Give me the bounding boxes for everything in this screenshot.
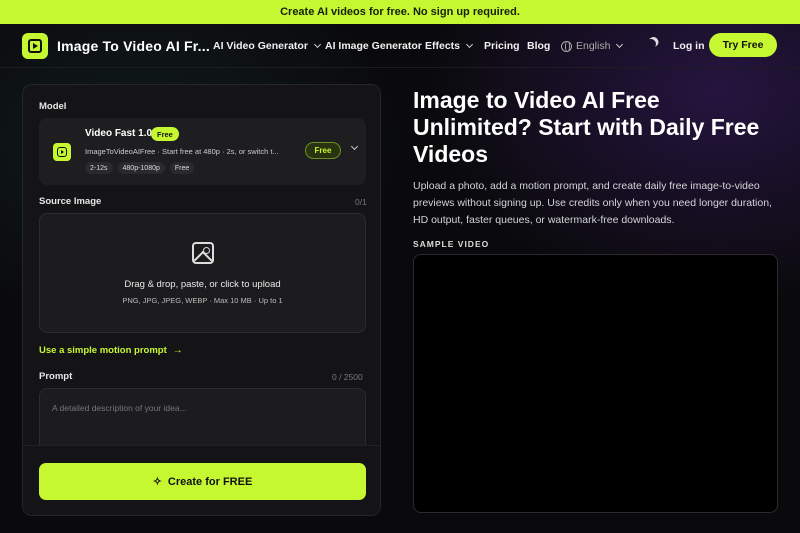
sample-video-label: SAMPLE VIDEO	[413, 239, 490, 249]
nav-label: Pricing	[484, 40, 520, 52]
promo-banner: Create AI videos for free. No sign up re…	[0, 0, 800, 24]
model-name: Video Fast 1.0	[85, 128, 153, 139]
model-label: Model	[39, 101, 67, 112]
model-logo-icon	[53, 143, 71, 161]
model-tag-resolution: 480p-1080p	[117, 162, 165, 174]
upload-title: Drag & drop, paste, or click to upload	[124, 279, 281, 290]
simple-prompt-label: Use a simple motion prompt	[39, 345, 167, 356]
model-tag-duration: 2-12s	[85, 162, 113, 174]
prompt-char-count: 0 / 2500	[332, 372, 363, 382]
source-image-count: 0/1	[355, 197, 367, 207]
nav-pricing[interactable]: Pricing	[484, 40, 520, 52]
model-free-badge: Free	[151, 127, 179, 141]
globe-icon	[561, 40, 572, 52]
nav-ai-video-generator[interactable]: AI Video Generator	[213, 40, 321, 52]
prompt-label: Prompt	[39, 371, 73, 382]
image-icon	[192, 242, 214, 264]
simple-motion-prompt-link[interactable]: Use a simple motion prompt →	[39, 345, 183, 356]
login-link[interactable]: Log in	[673, 40, 705, 52]
chevron-down-icon[interactable]	[350, 142, 359, 151]
sample-video-player[interactable]	[413, 254, 778, 513]
hero-description: Upload a photo, add a motion prompt, and…	[413, 180, 772, 226]
brand-name[interactable]: Image To Video AI Fr...	[57, 38, 210, 54]
nav-label: Effects	[425, 40, 461, 52]
chevron-down-icon	[313, 40, 321, 49]
prompt-placeholder: A detailed description of your idea...	[52, 403, 187, 413]
language-label: English	[576, 40, 611, 52]
login-label: Log in	[673, 40, 705, 52]
create-button[interactable]: ✧ Create for FREE	[39, 463, 366, 500]
top-navigation: Image To Video AI Fr... AI Video Generat…	[0, 24, 800, 68]
model-tag-free: Free	[169, 162, 195, 174]
nav-label: AI Image Generator	[325, 40, 422, 52]
model-description: ImageToVideoAIFree · Start free at 480p …	[85, 147, 279, 156]
nav-label: Blog	[527, 40, 551, 52]
logo-icon[interactable]	[22, 33, 48, 59]
nav-blog[interactable]: Blog	[527, 40, 550, 52]
model-tags: 2-12s 480p-1080p Free	[85, 162, 195, 174]
model-price-button[interactable]: Free	[305, 142, 341, 159]
upload-subtitle: PNG, JPG, JPEG, WEBP · Max 10 MB · Up to…	[122, 296, 283, 305]
nav-ai-image-generator[interactable]: AI Image Generator	[325, 40, 422, 52]
model-selector[interactable]: Video Fast 1.0 Free ImageToVideoAIFree ·…	[39, 118, 366, 185]
nav-label: AI Video Generator	[213, 40, 308, 52]
hero-title: Image to Video AI Free Unlimited? Start …	[413, 87, 760, 167]
arrow-right-icon: →	[172, 345, 183, 356]
source-image-label: Source Image	[39, 196, 102, 207]
chevron-down-icon	[616, 40, 624, 49]
image-upload-dropzone[interactable]: Drag & drop, paste, or click to upload P…	[39, 213, 366, 333]
chevron-down-icon	[465, 40, 474, 49]
create-button-label: Create for FREE	[167, 475, 253, 488]
generator-panel: Model Video Fast 1.0 Free ImageToVideoAI…	[22, 84, 381, 516]
sparkle-icon: ✧	[152, 476, 162, 488]
language-selector[interactable]: English	[561, 40, 624, 52]
try-free-button[interactable]: Try Free	[709, 33, 777, 57]
banner-text: Create AI videos for free. No sign up re…	[280, 6, 520, 18]
nav-effects[interactable]: Effects	[425, 40, 474, 52]
